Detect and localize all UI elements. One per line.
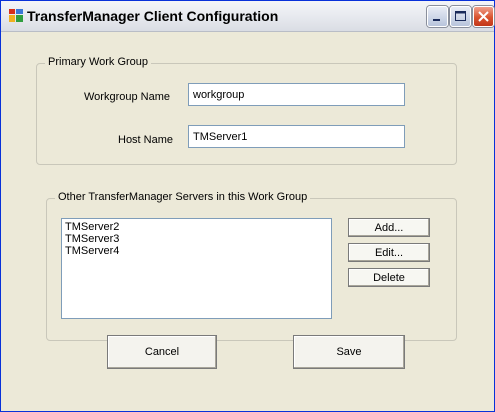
servers-listbox[interactable]: TMServer2 TMServer3 TMServer4: [61, 218, 332, 319]
host-name-label: Host Name: [118, 134, 174, 146]
minimize-icon: [433, 19, 440, 21]
list-item[interactable]: TMServer4: [65, 245, 328, 257]
other-servers-group-title: Other TransferManager Servers in this Wo…: [55, 191, 311, 203]
workgroup-name-label: Workgroup Name: [84, 91, 170, 103]
maximize-button[interactable]: [450, 6, 471, 27]
client-area: Primary Work Group Workgroup Name Host N…: [1, 32, 494, 411]
minimize-button[interactable]: [427, 6, 448, 27]
edit-button[interactable]: Edit...: [348, 243, 430, 262]
add-button[interactable]: Add...: [348, 218, 430, 237]
close-icon: [478, 11, 489, 22]
window-title: TransferManager Client Configuration: [27, 8, 279, 24]
title-bar[interactable]: TransferManager Client Configuration: [1, 1, 494, 32]
host-name-input[interactable]: [188, 125, 405, 148]
list-item[interactable]: TMServer3: [65, 233, 328, 245]
app-icon: [9, 9, 23, 22]
close-button[interactable]: [473, 6, 494, 27]
maximize-icon: [455, 11, 466, 21]
workgroup-name-input[interactable]: [188, 83, 405, 106]
cancel-button[interactable]: Cancel: [107, 335, 217, 369]
config-window: TransferManager Client Configuration Pri…: [0, 0, 495, 412]
primary-work-group-title: Primary Work Group: [45, 56, 152, 68]
primary-work-group-box: Primary Work Group: [36, 56, 457, 165]
list-item[interactable]: TMServer2: [65, 221, 328, 233]
save-button[interactable]: Save: [293, 335, 405, 369]
delete-button[interactable]: Delete: [348, 268, 430, 287]
